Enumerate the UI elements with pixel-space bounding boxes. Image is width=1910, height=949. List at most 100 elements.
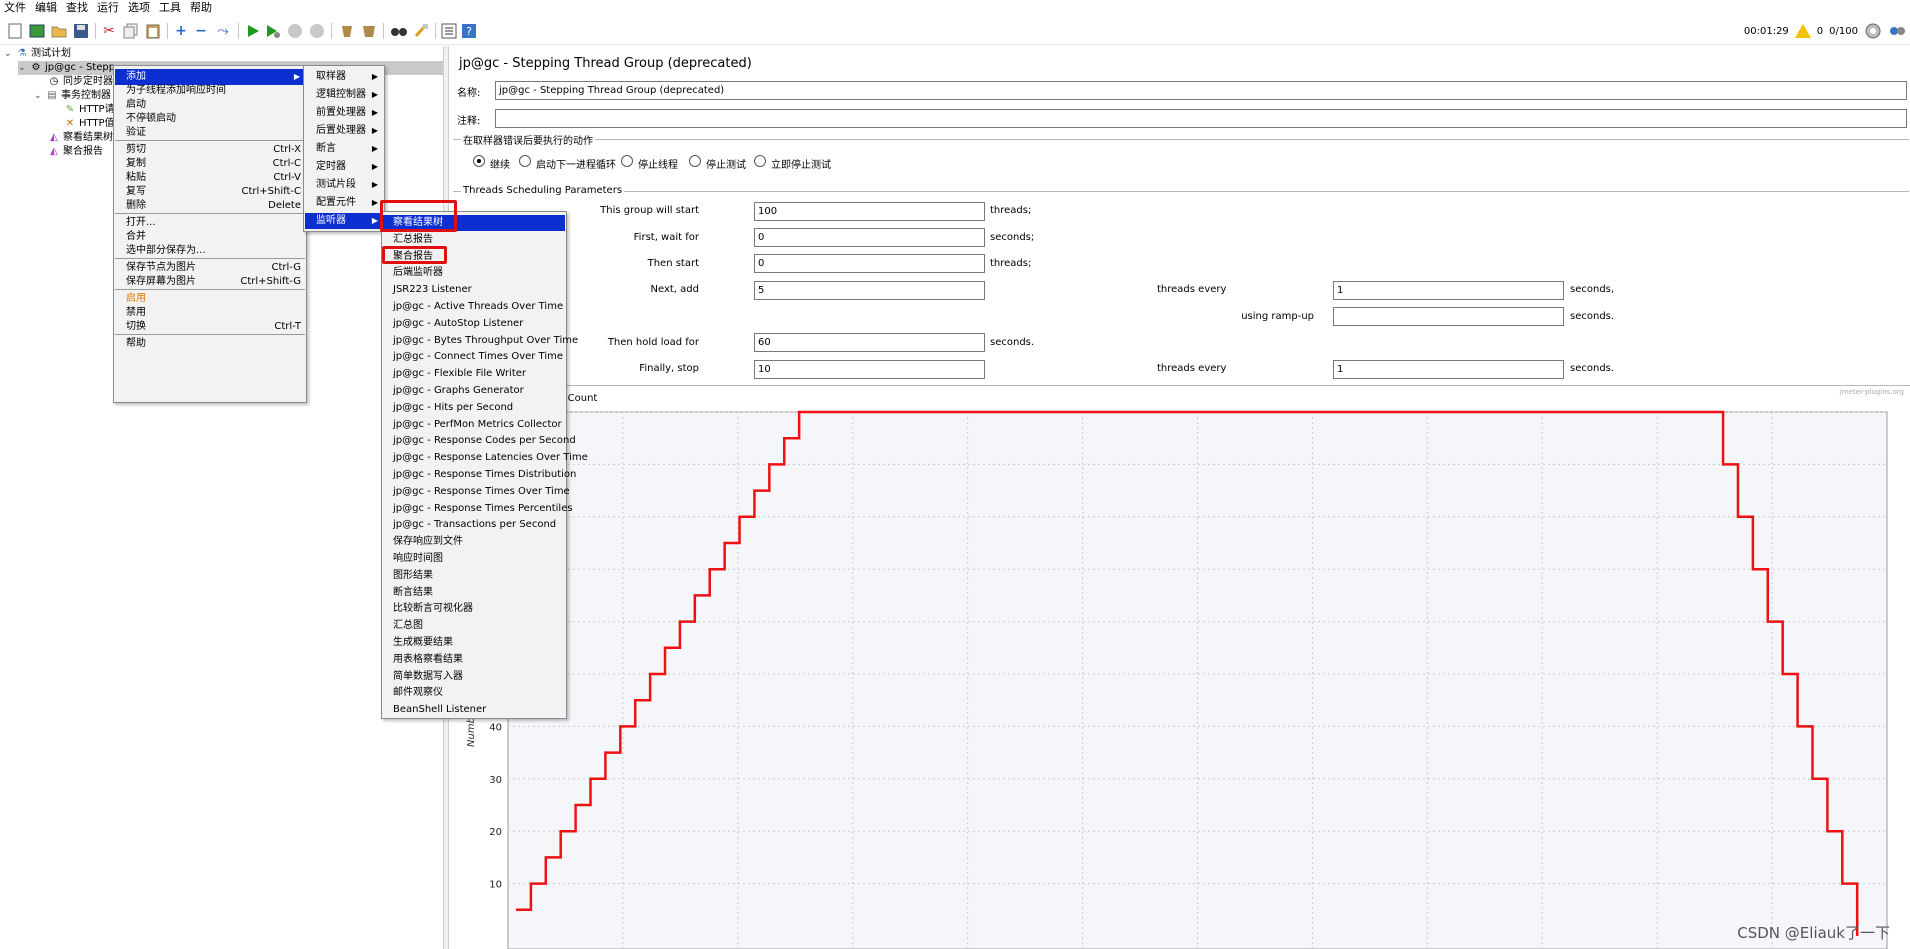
tree-node-sync-timer[interactable]: ◷ 同步定时器 [48,75,113,89]
radio-stop-now[interactable] [754,155,766,167]
help-icon[interactable]: ? [460,22,478,40]
add-submenu-item[interactable]: 定时器 ▶ [305,159,383,175]
templates-icon[interactable] [28,22,46,40]
collapse-icon[interactable]: − [192,22,210,40]
next-every-field[interactable]: 1 [1333,281,1564,300]
listener-submenu-item[interactable]: 后端监听器 [383,265,565,281]
tree-node-http-request-1[interactable]: ✎ HTTP请 [64,103,115,117]
start-no-pause-icon[interactable] [264,22,282,40]
stop-field[interactable]: 10 [754,360,985,379]
listener-submenu-item[interactable]: jp@gc - Bytes Throughput Over Time [383,333,578,349]
wait-seconds-field[interactable]: 0 [754,228,985,247]
chevron-down-icon[interactable]: ⌄ [4,47,14,61]
tree-node-test-plan[interactable]: ⌄ ⚗ 测试计划 [4,47,71,61]
tree-node-aggregate-report[interactable]: ◭ 聚合报告 [48,145,103,159]
chevron-down-icon[interactable]: ⌄ [18,61,28,75]
listener-submenu-item[interactable]: 图形结果 [383,568,565,584]
radio-stop-thread[interactable] [621,155,633,167]
listener-submenu-item[interactable]: jp@gc - Connect Times Over Time [383,349,565,365]
remote-icon[interactable] [1888,22,1906,40]
listener-submenu-item[interactable]: jp@gc - AutoStop Listener [383,316,565,332]
listener-submenu-item[interactable]: jp@gc - Transactions per Second [383,517,565,533]
start-threads-field[interactable]: 100 [754,202,985,221]
listener-submenu-item[interactable]: jp@gc - Active Threads Over Time [383,299,565,315]
add-submenu-item[interactable]: 后置处理器 ▶ [305,123,383,139]
ctx-menu-item[interactable]: 保存屏幕为图片 Ctrl+Shift-G [115,274,305,290]
shutdown-icon[interactable] [308,22,326,40]
clear-all-icon[interactable] [360,22,378,40]
listener-submenu-item[interactable]: jp@gc - Flexible File Writer [383,366,565,382]
add-submenu-item[interactable]: 测试片段 ▶ [305,177,383,193]
menu-run[interactable]: 运行 [93,0,124,16]
ramp-up-field[interactable] [1333,307,1564,326]
ctx-menu-item[interactable]: 删除 Delete [115,198,305,214]
listener-submenu-item[interactable]: jp@gc - Response Times Distribution [383,467,576,483]
binoculars-icon[interactable] [390,22,408,40]
listener-submenu-item[interactable]: jp@gc - Graphs Generator [383,383,565,399]
then-start-field[interactable]: 0 [754,254,985,273]
add-submenu-item[interactable]: 监听器 ▶ [305,213,383,229]
listener-submenu-item[interactable]: jp@gc - Response Times Percentiles [383,501,573,517]
menu-search[interactable]: 查找 [62,0,93,16]
name-field[interactable]: jp@gc - Stepping Thread Group (deprecate… [495,81,1907,100]
listener-submenu-item[interactable]: 响应时间图 [383,551,565,567]
save-icon[interactable] [72,22,90,40]
start-icon[interactable] [244,22,262,40]
toggle-icon[interactable]: ⤳ [214,22,232,40]
new-icon[interactable] [6,22,24,40]
warning-icon[interactable] [1794,24,1811,38]
tree-node-transaction-controller[interactable]: ⌄ ▤ 事务控制器 [34,89,111,103]
expand-icon[interactable]: + [172,22,190,40]
reset-search-icon[interactable] [412,22,430,40]
radio-stop-test[interactable] [689,155,701,167]
menu-help[interactable]: 帮助 [186,0,217,16]
listener-submenu-item[interactable]: jp@gc - Response Codes per Second [383,433,576,449]
listener-submenu-item[interactable]: BeanShell Listener [383,702,565,718]
listener-submenu-item[interactable]: jp@gc - Hits per Second [383,400,565,416]
comment-field[interactable] [495,109,1907,128]
gear-icon[interactable] [1864,22,1882,40]
listener-submenu-item[interactable]: jp@gc - Response Latencies Over Time [383,450,588,466]
add-submenu-item[interactable]: 取样器 ▶ [305,69,383,85]
listener-submenu-item[interactable]: jp@gc - Response Times Over Time [383,484,570,500]
ctx-menu-item[interactable]: 选中部分保存为... [115,243,305,259]
chevron-down-icon[interactable]: ⌄ [34,89,44,103]
listener-submenu-item[interactable]: 断言结果 [383,585,565,601]
add-submenu-item[interactable]: 逻辑控制器 ▶ [305,87,383,103]
function-helper-icon[interactable] [440,22,458,40]
menu-edit[interactable]: 编辑 [31,0,62,16]
copy-icon[interactable] [122,22,140,40]
paste-icon[interactable] [144,22,162,40]
listener-submenu-item[interactable]: JSR223 Listener [383,282,565,298]
menu-tools[interactable]: 工具 [155,0,186,16]
listener-submenu-item[interactable]: 保存响应到文件 [383,534,565,550]
tree-node-http-request-2[interactable]: ✕ HTTP值 [64,117,115,131]
cut-icon[interactable]: ✂ [100,22,118,40]
menu-options[interactable]: 选项 [124,0,155,16]
radio-next-loop[interactable] [519,155,531,167]
ctx-menu-item[interactable]: 切换 Ctrl-T [115,319,305,335]
listener-submenu-item[interactable]: 汇总图 [383,618,565,634]
menu-separator [115,140,305,141]
stop-icon[interactable] [286,22,304,40]
open-icon[interactable] [50,22,68,40]
ctx-menu-item[interactable]: 帮助 [115,336,305,352]
listener-submenu-item[interactable]: 邮件观察仪 [383,685,565,701]
clear-icon[interactable] [338,22,356,40]
radio-continue[interactable] [473,155,485,167]
listener-submenu-item[interactable]: jp@gc - PerfMon Metrics Collector [383,417,565,433]
stop-every-field[interactable]: 1 [1333,360,1564,379]
add-submenu-item[interactable]: 前置处理器 ▶ [305,105,383,121]
listener-submenu-item-label: 生成概要结果 [393,637,453,648]
tree-node-view-results[interactable]: ◭ 察看结果树 [48,131,113,145]
listener-submenu-item[interactable]: 用表格察看结果 [383,652,565,668]
ctx-menu-item[interactable]: 验证 [115,125,305,141]
next-add-field[interactable]: 5 [754,281,985,300]
listener-submenu-item[interactable]: 比较断言可视化器 [383,601,565,617]
listener-submenu-item[interactable]: 简单数据写入器 [383,669,565,685]
hold-field[interactable]: 60 [754,333,985,352]
add-submenu-item[interactable]: 断言 ▶ [305,141,383,157]
menu-file[interactable]: 文件 [0,0,31,16]
add-submenu-item[interactable]: 配置元件 ▶ [305,195,383,211]
listener-submenu-item[interactable]: 生成概要结果 [383,635,565,651]
